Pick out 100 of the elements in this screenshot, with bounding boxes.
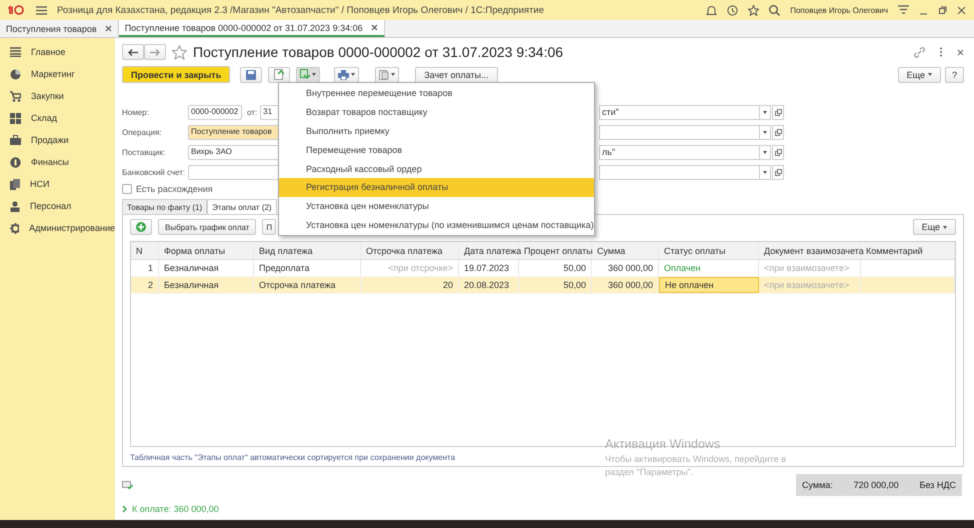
sidebar-item[interactable]: Закупки <box>0 85 115 107</box>
open-button[interactable] <box>772 144 784 160</box>
sidebar-label: Персонал <box>30 201 72 211</box>
document-tab[interactable]: Поступление товаров 0000-000002 от 31.07.2023 9:34:06 <box>118 20 385 37</box>
open-icon <box>774 168 782 176</box>
help-button[interactable]: ? <box>944 66 964 82</box>
history-icon[interactable] <box>727 4 738 16</box>
menu-icon[interactable] <box>898 5 909 15</box>
close-icon[interactable] <box>104 25 112 32</box>
close-icon[interactable] <box>370 24 378 31</box>
tab-label: Поступление товаров 0000-000002 от 31.07.2023 9:34:06 <box>124 22 363 32</box>
sidebar-item[interactable]: Склад <box>0 107 115 129</box>
payment-offset-button[interactable]: Зачет оплаты... <box>415 66 498 82</box>
bell-icon[interactable] <box>706 4 718 16</box>
menu-item[interactable]: Расходный кассовый ордер <box>279 159 594 178</box>
sidebar-item[interactable]: Маркетинг <box>0 63 115 85</box>
plus-icon <box>136 222 146 232</box>
menu-icon[interactable] <box>36 6 47 14</box>
forward-arrow-icon <box>150 48 160 56</box>
form-field[interactable]: ль" <box>599 144 759 160</box>
column-header[interactable]: N <box>131 242 159 259</box>
column-header[interactable]: Форма оплаты <box>159 242 254 259</box>
form-field[interactable]: Вихрь ЗАО <box>188 144 281 160</box>
reports-button[interactable] <box>375 66 400 82</box>
menu-item[interactable]: Перемещение товаров <box>279 140 594 160</box>
add-button[interactable] <box>130 219 152 235</box>
form-field[interactable]: сти" <box>599 104 759 120</box>
star-icon[interactable] <box>172 44 187 60</box>
form-tab[interactable]: Этапы оплат (2) <box>207 199 277 215</box>
sidebar-label: Администрирование <box>29 223 115 233</box>
sidebar-item[interactable]: НСИ <box>0 173 115 195</box>
dropdown-button[interactable] <box>759 104 771 120</box>
column-header[interactable]: Сумма <box>592 242 659 259</box>
close-icon[interactable] <box>957 6 966 14</box>
dropdown-button[interactable] <box>759 124 771 140</box>
settings-icon <box>10 222 20 234</box>
sidebar-item[interactable]: Главное <box>0 41 115 63</box>
sidebar-label: НСИ <box>30 179 50 189</box>
more-button[interactable]: Еще <box>898 66 941 82</box>
column-header[interactable]: Вид платежа <box>254 242 361 259</box>
form-field[interactable] <box>599 124 759 140</box>
menu-item[interactable]: Установка цен номенклатуры (по изменившимся ценам поставщика) <box>279 216 594 234</box>
search-icon[interactable] <box>769 4 780 16</box>
sidebar-item[interactable]: Администрирование <box>0 217 115 239</box>
sidebar-item[interactable]: Персонал <box>0 195 115 217</box>
logo-icon <box>8 5 26 15</box>
post-and-close-button[interactable]: Провести и закрыть <box>122 66 230 83</box>
window-title: Розница для Казахстана, редакция 2.3 /Магазин "Автозапчасти" / Поповцев Игорь Олегович / 1С:Предприятие <box>57 4 545 16</box>
more-button[interactable]: Еще <box>912 219 956 235</box>
checkbox[interactable] <box>122 184 132 194</box>
open-button[interactable] <box>772 124 784 140</box>
user-name[interactable]: Поповцев Игорь Олегович <box>790 6 888 14</box>
table-cell: <при взаимозачете> <box>759 260 861 276</box>
date-field[interactable]: 31 <box>260 104 280 120</box>
printer-icon <box>338 70 350 80</box>
document-icon <box>274 69 284 80</box>
table-row[interactable]: 2 Безналичная Отсрочка платежа 20 20.08.2023 50,00 360 000,00 Не оплачен <при взаимозачете> <box>131 277 955 294</box>
star-icon[interactable] <box>748 4 760 16</box>
open-button[interactable] <box>772 164 784 180</box>
dropdown-button[interactable] <box>759 144 771 160</box>
column-header[interactable]: Статус оплаты <box>659 242 759 259</box>
document-check-icon[interactable] <box>122 481 133 490</box>
fill-button[interactable]: П <box>262 219 276 235</box>
form-field[interactable]: Поступление товаров <box>188 124 281 140</box>
close-icon[interactable] <box>957 48 964 56</box>
sidebar-item[interactable]: Продажи <box>0 129 115 151</box>
table-cell: <при взаимозачете> <box>759 277 861 293</box>
menu-item[interactable]: Регистрация безналичной оплаты <box>279 178 594 197</box>
save-button[interactable] <box>240 66 262 82</box>
restore-icon[interactable] <box>938 6 947 14</box>
open-button[interactable] <box>772 104 784 120</box>
payment-schedule-button[interactable]: Выбрать график оплат <box>158 219 256 235</box>
form-field[interactable]: 0000-000002 <box>188 104 242 120</box>
post-button[interactable] <box>268 66 290 82</box>
back-button[interactable] <box>122 44 144 60</box>
boxes-icon <box>10 112 21 124</box>
menu-item[interactable]: Установка цен номенклатуры <box>279 196 594 216</box>
sidebar-item[interactable]: Финансы <box>0 151 115 173</box>
print-button[interactable] <box>334 66 360 82</box>
create-based-on-button[interactable] <box>296 66 320 82</box>
menu-item[interactable]: Возврат товаров поставщику <box>279 102 594 122</box>
menu-item[interactable]: Внутреннее перемещение товаров <box>279 84 594 103</box>
form-field[interactable] <box>599 164 759 180</box>
form-tab[interactable]: Товары по факту (1) <box>122 199 208 215</box>
total-label: Сумма: <box>802 480 833 490</box>
column-header[interactable]: Дата платежа <box>459 242 519 259</box>
table-cell: 20.08.2023 <box>459 277 519 293</box>
table-cell: Отсрочка платежа <box>254 277 361 293</box>
more-icon[interactable] <box>939 47 943 57</box>
sidebar-label: Финансы <box>31 157 69 167</box>
link-icon[interactable] <box>914 46 925 58</box>
menu-item[interactable]: Выполнить приемку <box>279 122 594 140</box>
caret-icon <box>928 73 932 76</box>
table-row[interactable]: 1 Безналичная Предоплата <при отсрочке> 19.07.2023 50,00 360 000,00 Оплачен <при взаимозачете> <box>131 260 955 277</box>
tab-label: Поступления товаров <box>6 24 97 34</box>
column-header[interactable]: Отсрочка платежа <box>361 242 459 259</box>
chevron-right-icon[interactable] <box>122 505 127 513</box>
dropdown-button[interactable] <box>759 164 771 180</box>
table-cell: 50,00 <box>519 277 592 293</box>
vat-label: Без НДС <box>920 480 956 490</box>
